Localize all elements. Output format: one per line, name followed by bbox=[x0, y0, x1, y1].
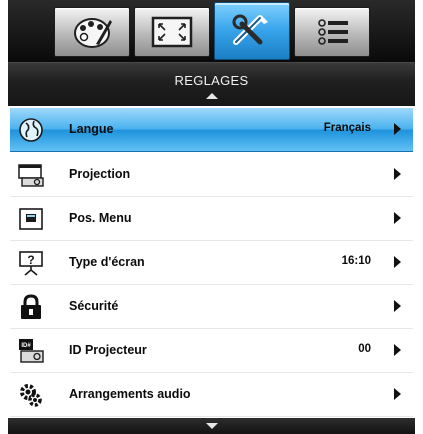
scroll-down-icon[interactable] bbox=[205, 423, 218, 429]
menu-item-pos-menu[interactable]: Pos. Menu bbox=[10, 197, 413, 241]
menu-item-label: Type d'écran bbox=[69, 255, 145, 269]
menu-item-arrangements-audio[interactable]: Arrangements audio bbox=[10, 373, 413, 417]
tab-options[interactable] bbox=[294, 7, 370, 57]
chevron-right-icon bbox=[394, 123, 401, 135]
menu-tab-bar bbox=[8, 0, 415, 62]
svg-text:ID#: ID# bbox=[21, 343, 31, 349]
menu-item-label: Projection bbox=[69, 167, 131, 181]
menu-item-type-ecran[interactable]: ? Type d'écran 16:10 bbox=[10, 241, 413, 285]
menu-item-securite[interactable]: Sécurité bbox=[10, 285, 413, 329]
menu-position-icon bbox=[19, 208, 43, 230]
menu-title: REGLAGES bbox=[174, 73, 249, 88]
menu-footer bbox=[8, 418, 415, 434]
menu-item-label: Pos. Menu bbox=[69, 211, 132, 225]
chevron-right-icon bbox=[394, 256, 401, 268]
menu-header: REGLAGES bbox=[8, 62, 415, 107]
chevron-right-icon bbox=[394, 388, 401, 400]
chevron-right-icon bbox=[394, 212, 401, 224]
menu-item-langue[interactable]: Langue Français bbox=[10, 108, 413, 152]
menu-item-value: Français bbox=[323, 122, 371, 134]
menu-item-label: ID Projecteur bbox=[69, 343, 147, 357]
menu-item-projection[interactable]: Projection bbox=[10, 153, 413, 197]
tab-display[interactable] bbox=[134, 7, 210, 57]
audio-settings-icon bbox=[20, 384, 42, 407]
svg-text:?: ? bbox=[27, 253, 34, 267]
palette-icon bbox=[74, 18, 112, 48]
chevron-right-icon bbox=[394, 344, 401, 356]
menu-item-label: Langue bbox=[69, 122, 114, 136]
globe-icon bbox=[19, 118, 43, 142]
screen-resize-icon bbox=[151, 16, 193, 48]
options-list-icon bbox=[318, 19, 348, 45]
projector-id-icon: ID# bbox=[19, 339, 44, 363]
chevron-right-icon bbox=[394, 300, 401, 312]
projector-osd-menu: REGLAGES Langue Français Projection Pos.… bbox=[0, 0, 423, 434]
lock-icon bbox=[21, 294, 41, 319]
screen-type-icon: ? bbox=[19, 251, 43, 276]
tab-setup[interactable] bbox=[214, 2, 290, 60]
scroll-up-icon[interactable] bbox=[205, 93, 218, 99]
projection-icon bbox=[18, 164, 44, 187]
tab-image[interactable] bbox=[54, 7, 130, 57]
menu-item-label: Sécurité bbox=[69, 299, 119, 313]
menu-item-label: Arrangements audio bbox=[69, 387, 191, 401]
tools-icon bbox=[232, 14, 268, 45]
chevron-right-icon bbox=[394, 168, 401, 180]
menu-item-id-projecteur[interactable]: ID# ID Projecteur 00 bbox=[10, 329, 413, 373]
menu-item-value: 16:10 bbox=[341, 255, 371, 267]
settings-list: Langue Français Projection Pos. Menu ? T… bbox=[8, 106, 415, 426]
menu-item-value: 00 bbox=[358, 343, 371, 355]
